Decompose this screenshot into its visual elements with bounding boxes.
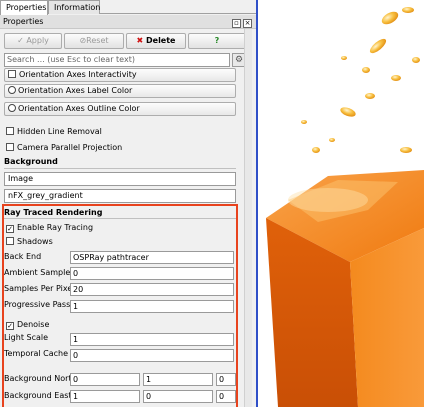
tab-bar: Properties Information: [0, 0, 256, 15]
panel-title: Properties: [3, 17, 44, 26]
shadows-row[interactable]: Shadows: [6, 236, 53, 248]
background-east-label: Background East: [4, 391, 72, 400]
scrollbar[interactable]: [244, 29, 252, 407]
background-north-y[interactable]: 1: [143, 373, 213, 386]
back-end-label: Back End: [4, 252, 42, 261]
help-button[interactable]: ?: [188, 33, 246, 49]
checkbox[interactable]: [6, 127, 14, 135]
hidden-line-removal-row[interactable]: Hidden Line Removal: [6, 126, 102, 138]
back-end-select[interactable]: OSPRay pathtracer: [70, 251, 234, 264]
orange-cube: [266, 170, 424, 407]
float-icon[interactable]: ▫: [232, 19, 241, 28]
background-type-select[interactable]: Image: [4, 172, 236, 186]
properties-panel: Properties Information Properties ▫ × ✓ A…: [0, 0, 256, 407]
temporal-cache-input[interactable]: 0: [70, 349, 234, 362]
samples-per-pixel-input[interactable]: 20: [70, 283, 234, 296]
background-section-title: Background: [4, 157, 58, 166]
background-image-select[interactable]: nFX_grey_gradient: [4, 189, 236, 203]
denoise-row[interactable]: ✓ Denoise: [6, 319, 49, 331]
delete-icon: ✖: [136, 36, 144, 45]
render-viewport[interactable]: [258, 0, 424, 407]
ambient-samples-label: Ambient Samples: [4, 268, 75, 277]
liquid-splash: [301, 7, 420, 153]
progressive-passes-label: Progressive Passes: [4, 300, 80, 309]
ray-traced-section-title: Ray Traced Rendering: [4, 208, 103, 217]
tab-information[interactable]: Information: [48, 0, 100, 14]
properties-toolbar: ✓ Apply ⊘Reset ✖ Delete ?: [4, 33, 252, 49]
enable-ray-tracing-row[interactable]: ✓ Enable Ray Tracing: [6, 222, 93, 234]
outline-color-button[interactable]: Orientation Axes Outline Color: [4, 102, 236, 116]
tab-properties[interactable]: Properties: [0, 0, 48, 15]
camera-parallel-row[interactable]: Camera Parallel Projection: [6, 142, 122, 154]
light-scale-label: Light Scale: [4, 333, 49, 342]
background-north-x[interactable]: 0: [70, 373, 140, 386]
panel-header: Properties ▫ ×: [0, 15, 256, 29]
light-scale-input[interactable]: 1: [70, 333, 234, 346]
background-east-z[interactable]: 0: [216, 390, 236, 403]
background-north-label: Background North: [4, 374, 77, 383]
progressive-passes-input[interactable]: 1: [70, 300, 234, 313]
color-swatch-icon: [8, 104, 16, 112]
divider: [4, 218, 236, 219]
orientation-interactivity-row[interactable]: Orientation Axes Interactivity: [4, 68, 236, 82]
background-east-y[interactable]: 0: [143, 390, 213, 403]
reset-button[interactable]: ⊘Reset: [64, 33, 124, 49]
background-east-x[interactable]: 1: [70, 390, 140, 403]
search-input[interactable]: Search ... (use Esc to clear text): [4, 53, 230, 67]
rendered-scene: [266, 7, 424, 407]
apply-button[interactable]: ✓ Apply: [4, 33, 62, 49]
close-icon[interactable]: ×: [243, 19, 252, 28]
checkbox[interactable]: [6, 237, 14, 245]
background-north-z[interactable]: 0: [216, 373, 236, 386]
checkbox-checked[interactable]: ✓: [6, 225, 14, 233]
checkbox[interactable]: [6, 143, 14, 151]
ambient-samples-input[interactable]: 0: [70, 267, 234, 280]
checkbox-checked[interactable]: ✓: [6, 322, 14, 330]
label-color-button[interactable]: Orientation Axes Label Color: [4, 84, 236, 98]
delete-button[interactable]: ✖ Delete: [126, 33, 186, 49]
apply-icon: ✓: [17, 36, 24, 45]
divider: [4, 168, 236, 169]
color-swatch-icon: [8, 86, 16, 94]
samples-per-pixel-label: Samples Per Pixel: [4, 284, 75, 293]
checkbox[interactable]: [8, 70, 16, 78]
